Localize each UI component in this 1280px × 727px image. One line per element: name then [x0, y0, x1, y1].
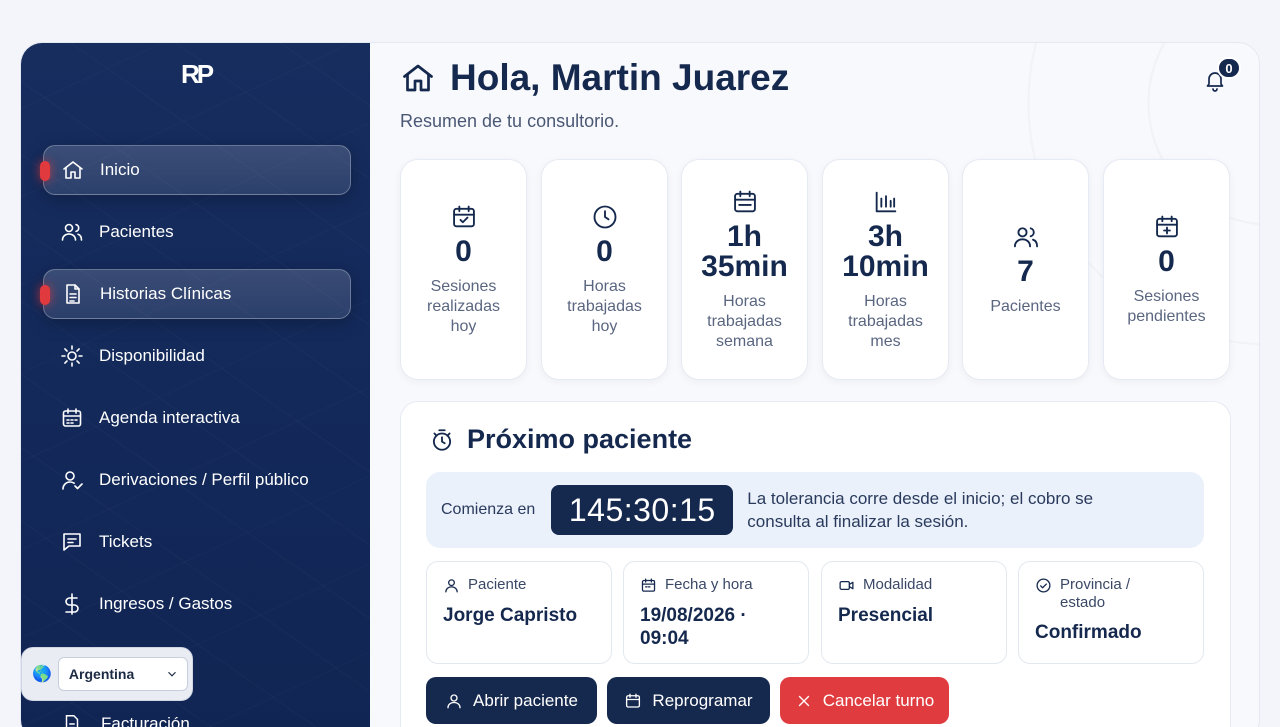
main-content: Hola, Martin Juarez Resumen de tu consul… — [370, 43, 1259, 727]
sidebar-item-agenda-interactiva[interactable]: Agenda interactiva — [43, 393, 351, 443]
message-square-icon — [59, 529, 85, 555]
stat-card-horas-hoy: 0 Horas trabajadas hoy — [541, 159, 668, 380]
timer-icon — [432, 428, 452, 451]
globe-icon: 🌎 — [32, 666, 52, 683]
home-icon — [60, 157, 86, 183]
page-title: Hola, Martin Juarez — [450, 57, 790, 98]
next-patient-card: Próximo paciente Comienza en 145:30:15 L… — [400, 401, 1231, 727]
next-patient-header: Próximo paciente — [429, 424, 692, 455]
countdown-timer: 145:30:15 — [551, 485, 734, 535]
page-subtitle: Resumen de tu consultorio. — [400, 111, 620, 131]
calendar-icon — [626, 693, 641, 708]
info-card-fecha-hora: Fecha y hora 19/08/2026 · 09:04 — [623, 561, 809, 664]
stat-card-sesiones-hoy: 0 Sesiones realizadas hoy — [400, 159, 527, 380]
next-patient-title: Próximo paciente — [467, 424, 693, 454]
appointment-status: Confirmado — [1035, 622, 1142, 643]
stat-value: 7 — [1017, 254, 1034, 288]
sidebar-item-ingresos-gastos[interactable]: Ingresos / Gastos — [43, 579, 351, 629]
stat-label: Horas trabajadas hoy — [567, 277, 642, 335]
users-icon — [1013, 226, 1038, 247]
sidebar-item-label: Facturación — [101, 714, 190, 727]
sun-icon — [59, 343, 85, 369]
info-label: Fecha y hora — [665, 576, 753, 593]
sidebar-item-label: Derivaciones / Perfil público — [99, 470, 309, 489]
stat-value: 1h 35min — [701, 219, 788, 283]
calendar-week-icon — [733, 190, 756, 212]
info-card-modalidad: Modalidad Presencial — [821, 561, 1007, 664]
users-icon — [59, 219, 85, 245]
appointment-modality: Presencial — [838, 605, 934, 626]
sidebar-item-label: Tickets — [99, 532, 153, 551]
cancel-appointment-button[interactable]: Cancelar turno — [780, 677, 949, 724]
info-label: Paciente — [468, 576, 527, 593]
chevron-down-icon — [168, 671, 176, 677]
info-label: Modalidad — [863, 576, 933, 593]
calendar-check-icon — [452, 205, 475, 227]
greeting: Hola, Martin Juarez — [400, 57, 789, 99]
appointment-datetime: 19/08/2026 · 09:04 — [640, 605, 747, 649]
calendar-plus-icon — [1155, 215, 1178, 237]
patient-name: Jorge Capristo — [443, 605, 578, 626]
close-icon — [798, 695, 809, 706]
dollar-icon — [59, 591, 85, 617]
check-circle-icon — [1036, 578, 1051, 593]
stat-label: Sesiones pendientes — [1127, 287, 1206, 325]
stat-value: 0 — [596, 234, 613, 268]
calendar-icon — [59, 405, 85, 431]
stat-card-sesiones-pendientes: 0 Sesiones pendientes — [1103, 159, 1230, 380]
user-check-icon — [59, 467, 85, 493]
app-window: RP Inicio Pacientes Historias Clínicas D… — [20, 42, 1260, 727]
stat-value: 0 — [455, 234, 472, 268]
countdown-label: Comienza en — [441, 501, 536, 518]
stat-label: Pacientes — [990, 297, 1061, 315]
clock-icon — [593, 205, 616, 228]
sidebar-item-facturacion[interactable]: Facturación — [61, 713, 190, 727]
sidebar-item-historias-clinicas[interactable]: Historias Clínicas — [40, 269, 351, 319]
country-selector-container: 🌎 Argentina — [21, 647, 193, 701]
sidebar-item-pacientes[interactable]: Pacientes — [43, 207, 351, 257]
app-logo[interactable]: RP — [181, 59, 225, 91]
notifications-button[interactable]: 0 — [1203, 57, 1243, 97]
info-label: Provincia / estado — [1060, 576, 1131, 611]
country-selected-value: Argentina — [68, 666, 135, 682]
home-icon — [403, 64, 433, 92]
sidebar-item-label: Pacientes — [99, 222, 174, 241]
countdown-banner: Comienza en 145:30:15 La tolerancia corr… — [426, 472, 1204, 548]
sidebar-item-label: Agenda interactiva — [99, 408, 240, 427]
country-select[interactable]: Argentina — [57, 657, 188, 691]
reschedule-button[interactable]: Reprogramar — [607, 677, 770, 724]
stat-label: Horas trabajadas mes — [848, 292, 923, 350]
sidebar-item-label: Historias Clínicas — [100, 284, 232, 303]
document-icon — [60, 281, 86, 307]
sidebar-item-inicio[interactable]: Inicio — [40, 145, 351, 195]
info-card-paciente: Paciente Jorge Capristo — [426, 561, 612, 664]
stat-card-horas-semana: 1h 35min Horas trabajadas semana — [681, 159, 808, 380]
countdown-note: La tolerancia corre desde el inicio; el … — [747, 489, 1094, 531]
stat-card-horas-mes: 3h 10min Horas trabajadas mes — [822, 159, 949, 380]
stat-card-pacientes: 7 Pacientes — [962, 159, 1089, 380]
stat-value: 0 — [1158, 244, 1175, 278]
open-patient-button[interactable]: Abrir paciente — [426, 677, 597, 724]
info-card-provincia-estado: Provincia / estado Confirmado — [1018, 561, 1204, 664]
sidebar-item-derivaciones[interactable]: Derivaciones / Perfil público — [43, 455, 351, 505]
sidebar-item-tickets[interactable]: Tickets — [43, 517, 351, 567]
sidebar-item-label: Ingresos / Gastos — [99, 594, 233, 613]
user-icon — [447, 693, 461, 708]
stat-value: 3h 10min — [842, 219, 929, 283]
sidebar-item-label: Inicio — [100, 160, 140, 179]
calendar-icon — [641, 578, 656, 592]
sidebar: RP Inicio Pacientes Historias Clínicas D… — [21, 43, 370, 727]
bar-chart-icon — [875, 191, 896, 212]
stat-label: Sesiones realizadas hoy — [427, 277, 500, 335]
file-icon — [65, 715, 79, 727]
sidebar-item-label: Disponibilidad — [99, 346, 205, 365]
sidebar-item-disponibilidad[interactable]: Disponibilidad — [43, 331, 351, 381]
stat-label: Horas trabajadas semana — [707, 292, 782, 350]
video-icon — [839, 580, 854, 591]
user-icon — [445, 579, 458, 593]
notifications-badge: 0 — [1217, 57, 1241, 79]
